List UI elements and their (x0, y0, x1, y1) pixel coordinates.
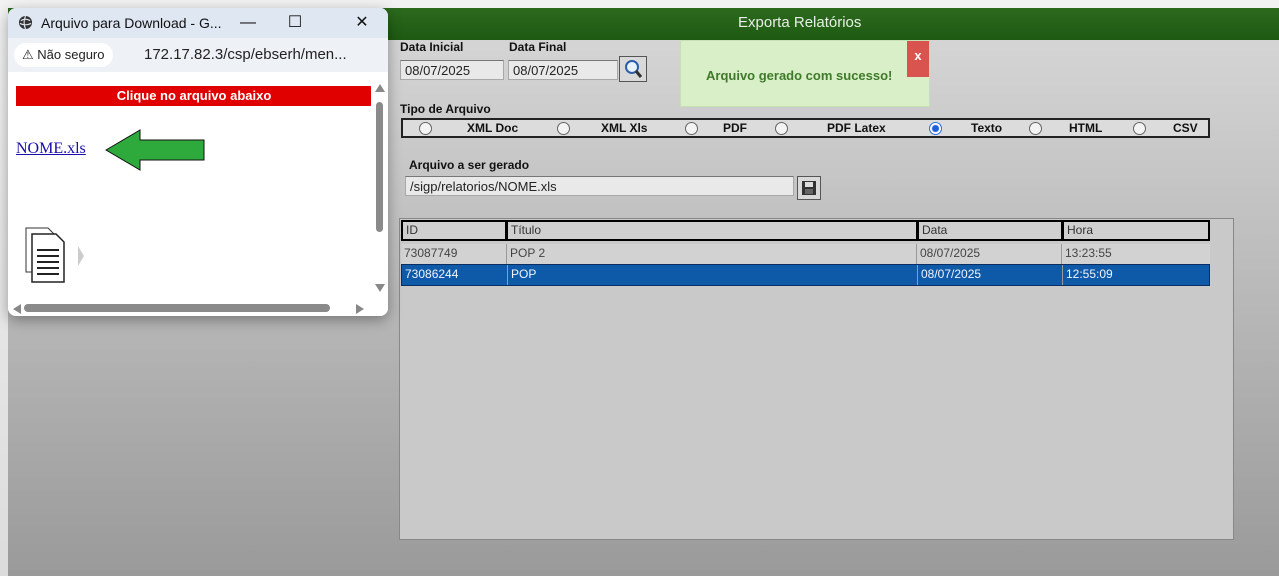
radio-label-pdf: PDF (723, 121, 747, 135)
magnifier-icon (625, 60, 643, 78)
scroll-up-icon (375, 84, 385, 92)
tipo-arquivo-group: XML Doc XML Xls PDF PDF Latex Texto HTML… (401, 118, 1210, 138)
arrow-left-icon (105, 129, 205, 171)
radio-pdf-latex[interactable] (775, 122, 788, 135)
data-inicial-label: Data Inicial (400, 40, 464, 54)
arquivo-path-input[interactable]: /sigp/relatorios/NOME.xls (405, 176, 794, 196)
cell-data: 08/07/2025 (918, 265, 1063, 285)
cell-data: 08/07/2025 (917, 244, 1062, 264)
scroll-left-icon (13, 304, 21, 314)
radio-label-pdf-latex: PDF Latex (827, 121, 886, 135)
cell-titulo: POP 2 (507, 244, 917, 264)
radio-html[interactable] (1029, 122, 1042, 135)
download-popup-window: Arquivo para Download - G... — ☐ ✕ ⚠ Não… (8, 8, 388, 316)
column-header-titulo[interactable]: Título (506, 220, 918, 241)
data-final-input[interactable]: 08/07/2025 (508, 60, 618, 80)
popup-vertical-scrollbar[interactable] (371, 72, 388, 300)
column-header-id[interactable]: ID (401, 220, 507, 241)
minimize-button[interactable]: — (228, 8, 268, 38)
arquivo-gerado-label: Arquivo a ser gerado (409, 158, 530, 172)
cell-hora: 12:55:09 (1066, 267, 1113, 281)
popup-address-bar: ⚠ Não seguro 172.17.82.3/csp/ebserh/men.… (8, 38, 388, 72)
scroll-right-icon (356, 304, 364, 314)
radio-label-xml-doc: XML Doc (467, 121, 519, 135)
radio-pdf[interactable] (685, 122, 698, 135)
cell-titulo: POP (508, 265, 918, 285)
cell-hora: 13:23:55 (1065, 246, 1112, 260)
page-title: Exporta Relatórios (738, 14, 862, 31)
horizontal-scroll-thumb[interactable] (24, 304, 330, 312)
popup-titlebar[interactable]: Arquivo para Download - G... — ☐ ✕ (8, 8, 388, 38)
maximize-button[interactable]: ☐ (275, 8, 315, 38)
toast-close-button[interactable]: x (907, 41, 929, 77)
save-button[interactable] (797, 176, 821, 200)
radio-xml-doc[interactable] (419, 122, 432, 135)
popup-title: Arquivo para Download - G... (41, 15, 222, 31)
success-toast: Arquivo gerado com sucesso! x (680, 40, 930, 107)
security-text: Não seguro (37, 47, 105, 62)
warning-icon: ⚠ (22, 47, 34, 62)
radio-label-csv: CSV (1173, 121, 1198, 135)
popup-content: Clique no arquivo abaixo NOME.xls (8, 72, 372, 300)
radio-label-html: HTML (1069, 121, 1103, 135)
cell-id: 73086244 (402, 265, 508, 285)
radio-csv[interactable] (1133, 122, 1146, 135)
radio-texto[interactable] (929, 122, 942, 135)
globe-icon (18, 15, 33, 30)
table-row[interactable]: 73087749 POP 2 08/07/2025 13:23:55 (401, 244, 1210, 264)
column-header-hora[interactable]: Hora (1062, 220, 1210, 241)
data-final-label: Data Final (509, 40, 567, 54)
floppy-disk-icon (802, 181, 816, 195)
vertical-scroll-thumb[interactable] (376, 102, 383, 232)
document-icon (25, 227, 84, 283)
security-indicator[interactable]: ⚠ Não seguro (14, 43, 113, 67)
popup-url: 172.17.82.3/csp/ebserh/men... (144, 46, 347, 63)
search-button[interactable] (619, 56, 647, 82)
cell-id: 73087749 (401, 244, 507, 264)
radio-xml-xls[interactable] (557, 122, 570, 135)
tipo-arquivo-label: Tipo de Arquivo (400, 102, 491, 116)
table-row-selected[interactable]: 73086244 POP 08/07/2025 12:55:09 (401, 264, 1210, 286)
download-banner: Clique no arquivo abaixo (16, 86, 372, 106)
popup-horizontal-scrollbar[interactable] (8, 300, 388, 316)
radio-label-xml-xls: XML Xls (601, 121, 648, 135)
close-button[interactable]: ✕ (342, 8, 382, 38)
data-inicial-input[interactable]: 08/07/2025 (400, 60, 504, 80)
scroll-down-icon (375, 284, 385, 292)
file-download-link[interactable]: NOME.xls (16, 140, 86, 158)
toast-message: Arquivo gerado com sucesso! (706, 68, 893, 83)
column-header-data[interactable]: Data (917, 220, 1063, 241)
radio-label-texto: Texto (971, 121, 1003, 135)
